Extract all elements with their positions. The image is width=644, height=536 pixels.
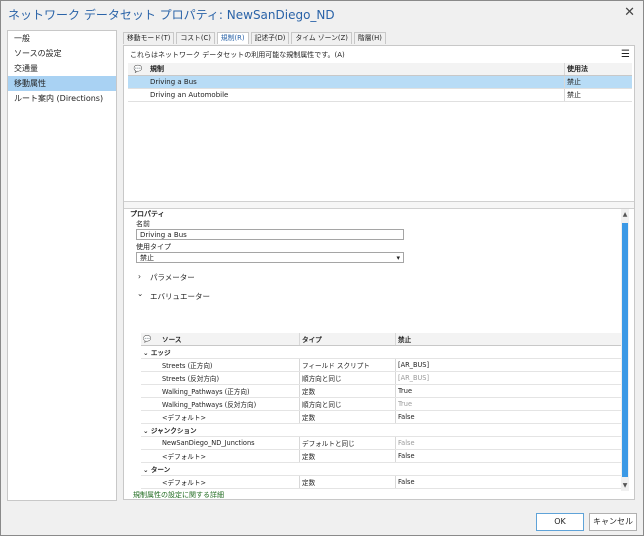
table-header: 💬 ソース タイプ 禁止 bbox=[141, 333, 622, 346]
close-icon[interactable]: ✕ bbox=[624, 5, 635, 20]
restrictions-table: 💬 規制 使用法 Driving a Bus 禁止 Driving an Aut… bbox=[128, 63, 632, 102]
table-header: 💬 規制 使用法 bbox=[128, 63, 632, 76]
group-row-turns[interactable]: ⌄ ターン bbox=[141, 462, 622, 476]
type-cell[interactable]: 順方向と同じ bbox=[299, 371, 396, 385]
main-content: 移動モード(T) コスト(C) 規制(R) 記述子(D) タイム ゾーン(Z) … bbox=[120, 30, 636, 502]
evaluators-section-label[interactable]: エバリュエーター bbox=[150, 291, 210, 302]
tab-costs[interactable]: コスト(C) bbox=[176, 32, 215, 44]
tab-restrictions[interactable]: 規制(R) bbox=[216, 32, 249, 44]
table-row[interactable]: NewSanDiego_ND_Junctions デフォルトと同じ False bbox=[141, 436, 622, 450]
name-field[interactable]: Driving a Bus bbox=[136, 229, 404, 240]
type-cell[interactable]: 定数 bbox=[299, 475, 396, 489]
menu-icon[interactable]: ☰ bbox=[621, 49, 630, 60]
table-row[interactable]: Driving an Automobile 禁止 bbox=[128, 88, 632, 102]
cancel-button[interactable]: キャンセル bbox=[589, 513, 637, 531]
row-icon-cell bbox=[128, 88, 148, 102]
column-header-source[interactable]: ソース bbox=[160, 333, 300, 346]
chevron-down-icon: ⌄ bbox=[143, 466, 149, 474]
table-row[interactable]: Streets (反対方向) 順方向と同じ [AR_BUS] bbox=[141, 371, 622, 385]
group-label: ⌄ ターン bbox=[141, 462, 622, 476]
chevron-down-icon: ⌄ bbox=[143, 349, 149, 357]
sidebar-item-traffic[interactable]: 交通量 bbox=[8, 61, 116, 76]
type-cell[interactable]: デフォルトと同じ bbox=[299, 436, 396, 450]
window-title: ネットワーク データセット プロパティ: NewSanDiego_ND bbox=[8, 8, 335, 22]
evaluators-table: 💬 ソース タイプ 禁止 ⌄ エッジ Streets (正方向) フィールド ス… bbox=[141, 333, 622, 489]
group-label: ⌄ ジャンクション bbox=[141, 423, 622, 437]
table-row[interactable]: <デフォルト> 定数 False bbox=[141, 475, 622, 489]
chevron-down-icon: ⌄ bbox=[143, 427, 149, 435]
vertical-scrollbar[interactable]: ▲ ▼ bbox=[621, 209, 629, 491]
value-cell[interactable]: False bbox=[395, 449, 622, 463]
properties-title: プロパティ bbox=[130, 210, 165, 218]
value-cell[interactable]: False bbox=[395, 436, 622, 450]
type-cell[interactable]: 順方向と同じ bbox=[299, 397, 396, 411]
usage-type-dropdown[interactable]: 禁止 ▾ bbox=[136, 252, 404, 263]
restriction-name[interactable]: Driving an Automobile bbox=[148, 88, 565, 102]
scroll-down-icon[interactable]: ▼ bbox=[621, 482, 629, 489]
table-row[interactable]: <デフォルト> 定数 False bbox=[141, 449, 622, 463]
name-label: 名前 bbox=[136, 220, 150, 228]
comment-icon: 💬 bbox=[128, 63, 148, 76]
group-row-edges[interactable]: ⌄ エッジ bbox=[141, 345, 622, 359]
group-row-junctions[interactable]: ⌄ ジャンクション bbox=[141, 423, 622, 437]
column-header-type[interactable]: タイプ bbox=[299, 333, 396, 346]
source-cell: Streets (正方向) bbox=[160, 358, 300, 372]
title-bar: ネットワーク データセット プロパティ: NewSanDiego_ND ✕ bbox=[1, 1, 643, 27]
tab-descriptors[interactable]: 記述子(D) bbox=[250, 32, 290, 44]
row-icon-cell bbox=[128, 75, 148, 89]
value-cell[interactable]: [AR_BUS] bbox=[395, 358, 622, 372]
chevron-down-icon[interactable]: ⌄ bbox=[137, 289, 143, 298]
restrictions-help-link[interactable]: 規制属性の設定に関する詳細 bbox=[133, 490, 224, 500]
value-cell[interactable]: False bbox=[395, 410, 622, 424]
sidebar-item-directions[interactable]: ルート案内 (Directions) bbox=[8, 91, 116, 106]
group-label: ⌄ エッジ bbox=[141, 345, 622, 359]
dialog-window: ネットワーク データセット プロパティ: NewSanDiego_ND ✕ 一般… bbox=[0, 0, 644, 536]
usage-type-value: 禁止 bbox=[140, 254, 154, 262]
scroll-up-icon[interactable]: ▲ bbox=[621, 211, 629, 218]
source-cell: <デフォルト> bbox=[160, 449, 300, 463]
table-row[interactable]: <デフォルト> 定数 False bbox=[141, 410, 622, 424]
tab-strip: 移動モード(T) コスト(C) 規制(R) 記述子(D) タイム ゾーン(Z) … bbox=[123, 32, 388, 45]
source-cell: NewSanDiego_ND_Junctions bbox=[160, 436, 300, 450]
restrictions-description: これらはネットワーク データセットの利用可能な規制属性です。(A) bbox=[130, 51, 345, 59]
type-cell[interactable]: 定数 bbox=[299, 384, 396, 398]
table-row[interactable]: Driving a Bus 禁止 bbox=[128, 75, 632, 89]
tab-travel-modes[interactable]: 移動モード(T) bbox=[123, 32, 175, 44]
value-cell[interactable]: False bbox=[395, 475, 622, 489]
table-row[interactable]: Streets (正方向) フィールド スクリプト [AR_BUS] bbox=[141, 358, 622, 372]
restriction-usage[interactable]: 禁止 bbox=[564, 88, 632, 102]
ok-button[interactable]: OK bbox=[536, 513, 584, 531]
sidebar-item-general[interactable]: 一般 bbox=[8, 31, 116, 46]
tab-hierarchy[interactable]: 階層(H) bbox=[353, 32, 386, 44]
restriction-usage[interactable]: 禁止 bbox=[564, 75, 632, 89]
usage-type-label: 使用タイプ bbox=[136, 243, 171, 251]
source-cell: Walking_Pathways (正方向) bbox=[160, 384, 300, 398]
table-row[interactable]: Walking_Pathways (反対方向) 順方向と同じ True bbox=[141, 397, 622, 411]
type-cell[interactable]: 定数 bbox=[299, 410, 396, 424]
column-header-name[interactable]: 規制 bbox=[148, 63, 565, 76]
scroll-thumb[interactable] bbox=[622, 223, 628, 477]
type-cell[interactable]: 定数 bbox=[299, 449, 396, 463]
source-cell: Streets (反対方向) bbox=[160, 371, 300, 385]
comment-icon: 💬 bbox=[141, 333, 160, 346]
value-cell[interactable]: True bbox=[395, 384, 622, 398]
sidebar-item-source-settings[interactable]: ソースの設定 bbox=[8, 46, 116, 61]
column-header-usage[interactable]: 使用法 bbox=[564, 63, 632, 76]
restrictions-panel: これらはネットワーク データセットの利用可能な規制属性です。(A) ☰ 💬 規制… bbox=[123, 45, 635, 500]
source-cell: <デフォルト> bbox=[160, 410, 300, 424]
value-cell[interactable]: [AR_BUS] bbox=[395, 371, 622, 385]
sidebar: 一般 ソースの設定 交通量 移動属性 ルート案内 (Directions) bbox=[7, 30, 117, 501]
chevron-down-icon: ▾ bbox=[396, 254, 400, 262]
restriction-name[interactable]: Driving a Bus bbox=[148, 75, 565, 89]
source-cell: Walking_Pathways (反対方向) bbox=[160, 397, 300, 411]
table-row[interactable]: Walking_Pathways (正方向) 定数 True bbox=[141, 384, 622, 398]
sidebar-item-travel-attributes[interactable]: 移動属性 bbox=[8, 76, 116, 91]
parameters-section-label[interactable]: パラメーター bbox=[150, 272, 195, 283]
column-header-prohibited[interactable]: 禁止 bbox=[395, 333, 622, 346]
tab-time-zone[interactable]: タイム ゾーン(Z) bbox=[291, 32, 352, 44]
type-cell[interactable]: フィールド スクリプト bbox=[299, 358, 396, 372]
source-cell: <デフォルト> bbox=[160, 475, 300, 489]
chevron-right-icon[interactable]: › bbox=[138, 272, 141, 281]
value-cell[interactable]: True bbox=[395, 397, 622, 411]
